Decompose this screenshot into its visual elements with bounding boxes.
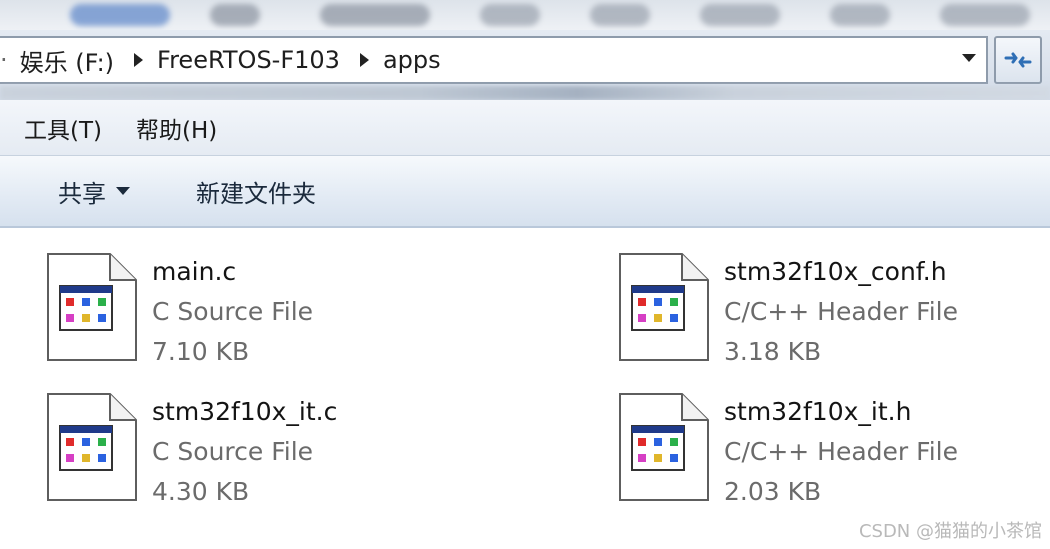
watermark: CSDN @猫猫的小茶馆 (858, 521, 1042, 542)
file-tile[interactable]: stm32f10x_conf.h C/C++ Header File 3.18 … (618, 252, 1048, 382)
file-size: 2.03 KB (724, 477, 822, 506)
file-type: C Source File (152, 297, 314, 326)
file-tile[interactable]: stm32f10x_it.h C/C++ Header File 2.03 KB (618, 392, 1048, 522)
refresh-icon (1004, 52, 1032, 68)
header-file-icon (618, 392, 710, 502)
menu-tools[interactable]: 工具(T) (24, 111, 102, 145)
blurred-background (0, 86, 1050, 100)
source-file-icon (46, 392, 138, 502)
menu-bar: 工具(T) 帮助(H) (0, 100, 1050, 156)
file-tile[interactable]: main.c C Source File 7.10 KB (46, 252, 476, 382)
file-type: C/C++ Header File (724, 437, 958, 466)
breadcrumb-separator-icon[interactable] (359, 53, 369, 67)
file-name: stm32f10x_conf.h (724, 257, 947, 286)
menu-help[interactable]: 帮助(H) (136, 111, 217, 145)
file-name: stm32f10x_it.c (152, 397, 338, 426)
file-type: C Source File (152, 437, 314, 466)
chevron-down-icon[interactable] (962, 54, 976, 62)
file-size: 7.10 KB (152, 337, 250, 366)
breadcrumb-current[interactable]: apps (369, 46, 441, 74)
file-name: main.c (152, 257, 237, 286)
address-row: · 娱乐 (F:) FreeRTOS-F103 apps (0, 30, 1050, 100)
breadcrumb-drive[interactable]: 娱乐 (F:) (8, 43, 114, 78)
top-strip (0, 0, 1050, 30)
refresh-button[interactable] (994, 36, 1042, 84)
source-file-icon (46, 252, 138, 362)
command-bar: 共享 新建文件夹 (0, 156, 1050, 228)
breadcrumb-overflow: · (0, 46, 8, 74)
file-size: 4.30 KB (152, 477, 250, 506)
file-type: C/C++ Header File (724, 297, 958, 326)
file-tile[interactable]: stm32f10x_it.c C Source File 4.30 KB (46, 392, 476, 522)
breadcrumb-separator-icon[interactable] (134, 53, 144, 67)
address-bar[interactable]: · 娱乐 (F:) FreeRTOS-F103 apps (0, 36, 988, 84)
file-size: 3.18 KB (724, 337, 822, 366)
share-button[interactable]: 共享 (58, 174, 130, 209)
file-list: main.c C Source File 7.10 KB stm32f10x_c… (0, 230, 1050, 549)
file-name: stm32f10x_it.h (724, 397, 912, 426)
caret-down-icon (116, 187, 130, 195)
new-folder-button[interactable]: 新建文件夹 (196, 174, 316, 209)
breadcrumb-project[interactable]: FreeRTOS-F103 (143, 46, 340, 74)
header-file-icon (618, 252, 710, 362)
share-label: 共享 (58, 179, 106, 208)
